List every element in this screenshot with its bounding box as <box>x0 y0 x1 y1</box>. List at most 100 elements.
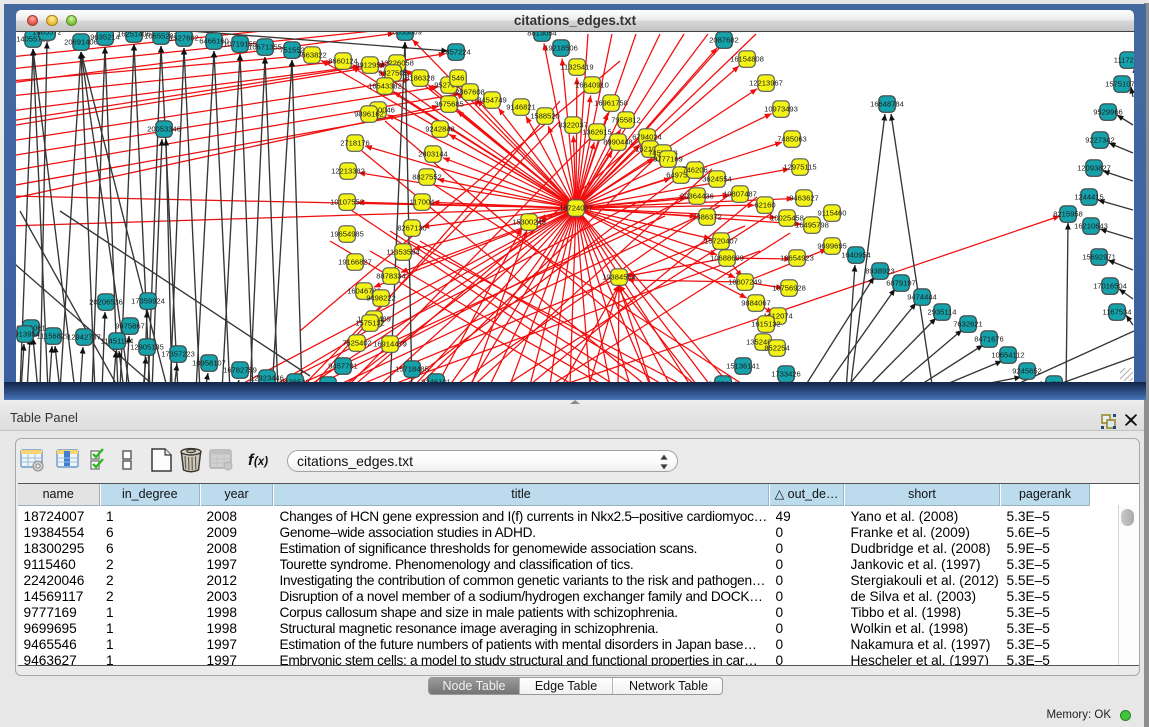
svg-text:15720407: 15720407 <box>704 236 738 245</box>
svg-text:8878334: 8878334 <box>376 271 406 280</box>
svg-text:9463627: 9463627 <box>789 193 819 202</box>
svg-text:12213382: 12213382 <box>331 166 365 175</box>
svg-text:12905135: 12905135 <box>130 342 164 351</box>
svg-text:546: 546 <box>452 73 465 82</box>
svg-text:19166827: 19166827 <box>338 257 372 266</box>
svg-text:2803144: 2803144 <box>418 149 448 158</box>
svg-text:9529966: 9529966 <box>1093 107 1123 116</box>
svg-text:8938923: 8938923 <box>865 266 895 275</box>
svg-text:10973493: 10973493 <box>764 104 798 113</box>
svg-text:9227342: 9227342 <box>1085 135 1115 144</box>
svg-text:10807487: 10807487 <box>723 189 757 198</box>
svg-text:8267130: 8267130 <box>397 223 427 232</box>
svg-text:9246101: 9246101 <box>421 377 451 382</box>
svg-text:9242848: 9242848 <box>425 124 455 133</box>
svg-text:12093827: 12093827 <box>1077 163 1111 172</box>
svg-text:1575132: 1575132 <box>355 318 385 327</box>
svg-text:16961758: 16961758 <box>594 98 628 107</box>
svg-text:19218506: 19218506 <box>544 43 578 52</box>
svg-text:9327505: 9327505 <box>378 68 408 77</box>
svg-text:9325616: 9325616 <box>708 379 738 382</box>
svg-text:9324512: 9324512 <box>313 380 343 382</box>
svg-text:15136141: 15136141 <box>726 361 760 370</box>
svg-text:12213967: 12213967 <box>749 78 783 87</box>
svg-text:1640954: 1640954 <box>841 250 871 259</box>
svg-text:1527602: 1527602 <box>169 33 199 42</box>
svg-text:11451194: 11451194 <box>101 336 134 345</box>
svg-text:117004: 117004 <box>410 197 435 206</box>
svg-text:9136542: 9136542 <box>280 377 310 382</box>
svg-text:9884067: 9884067 <box>741 298 771 307</box>
svg-text:16914479: 16914479 <box>373 339 407 348</box>
svg-text:746206: 746206 <box>682 165 707 174</box>
svg-text:8215958: 8215958 <box>1053 209 1083 218</box>
svg-text:9777169: 9777169 <box>653 154 683 163</box>
svg-text:16543382: 16543382 <box>368 81 402 90</box>
svg-text:2087682: 2087682 <box>709 35 739 44</box>
svg-text:10756928: 10756928 <box>772 283 806 292</box>
svg-text:16210643: 16210643 <box>1074 221 1108 230</box>
svg-text:1588520: 1588520 <box>530 111 560 120</box>
svg-text:7386372: 7386372 <box>692 212 722 221</box>
svg-text:9115460: 9115460 <box>818 208 847 217</box>
svg-text:8813054: 8813054 <box>527 32 557 38</box>
svg-text:9245652: 9245652 <box>1012 366 1042 375</box>
svg-text:7632621: 7632621 <box>953 319 983 328</box>
svg-text:20206536: 20206536 <box>89 297 123 306</box>
svg-text:15692971: 15692971 <box>1082 252 1116 261</box>
svg-text:1733426: 1733426 <box>771 369 801 378</box>
svg-text:852254: 852254 <box>764 343 789 352</box>
svg-text:7625402: 7625402 <box>342 338 372 347</box>
svg-text:10688609: 10688609 <box>710 253 744 262</box>
svg-text:10107552: 10107552 <box>330 197 364 206</box>
svg-text:15751074: 15751074 <box>1105 79 1134 88</box>
svg-text:19384554: 19384554 <box>602 272 636 281</box>
svg-text:6879197: 6879197 <box>886 278 916 287</box>
svg-text:12923446: 12923446 <box>250 373 284 382</box>
svg-text:9146821: 9146821 <box>506 102 536 111</box>
svg-text:8454749: 8454749 <box>477 95 507 104</box>
svg-text:1117205: 1117205 <box>1114 55 1134 64</box>
svg-text:9457791: 9457791 <box>328 361 358 370</box>
svg-text:8186328: 8186328 <box>405 73 435 82</box>
svg-text:7955812: 7955812 <box>611 115 641 124</box>
svg-text:62160: 62160 <box>754 200 775 209</box>
svg-text:9975867: 9975867 <box>115 321 145 330</box>
svg-text:(x): (x) <box>254 456 268 468</box>
svg-text:17357223: 17357223 <box>161 349 195 358</box>
svg-text:11353594: 11353594 <box>386 247 419 256</box>
svg-text:1167534: 1167534 <box>1103 307 1132 316</box>
svg-text:7663822: 7663822 <box>297 50 327 59</box>
svg-text:11156829: 11156829 <box>37 331 70 340</box>
svg-text:16495798: 16495798 <box>795 220 829 229</box>
svg-text:8471676: 8471676 <box>974 334 1004 343</box>
svg-text:20053346: 20053346 <box>147 124 181 133</box>
svg-text:10671355: 10671355 <box>248 42 282 51</box>
svg-text:9245012: 9245012 <box>1039 379 1069 382</box>
svg-text:10958107: 10958107 <box>192 358 226 367</box>
svg-text:16033809: 16033809 <box>388 32 422 37</box>
svg-text:7857224: 7857224 <box>441 47 471 56</box>
svg-text:7485063: 7485063 <box>777 134 807 143</box>
svg-text:8660124: 8660124 <box>328 56 358 65</box>
svg-text:8827552: 8827552 <box>412 172 442 181</box>
svg-text:12942737: 12942737 <box>67 332 101 341</box>
svg-text:1615132: 1615132 <box>751 319 781 328</box>
svg-text:1362615: 1362615 <box>582 127 612 136</box>
svg-text:8990448: 8990448 <box>603 137 633 146</box>
svg-text:2935114: 2935114 <box>928 307 957 316</box>
svg-text:19654923: 19654923 <box>780 253 814 262</box>
svg-text:16154808: 16154808 <box>730 54 764 63</box>
svg-text:16640910: 16640910 <box>575 80 609 89</box>
svg-text:17016504: 17016504 <box>1093 281 1127 290</box>
svg-text:9699695: 9699695 <box>817 241 847 250</box>
svg-text:10654112: 10654112 <box>991 350 1024 359</box>
svg-text:9896162: 9896162 <box>354 109 384 118</box>
svg-text:12975115: 12975115 <box>783 162 816 171</box>
svg-text:18807249: 18807249 <box>728 277 762 286</box>
svg-text:19654985: 19654985 <box>330 229 364 238</box>
svg-text:17359924: 17359924 <box>131 296 165 305</box>
svg-text:15718485: 15718485 <box>395 364 429 373</box>
svg-text:18724007: 18724007 <box>559 203 593 212</box>
svg-text:1905572: 1905572 <box>32 32 62 37</box>
